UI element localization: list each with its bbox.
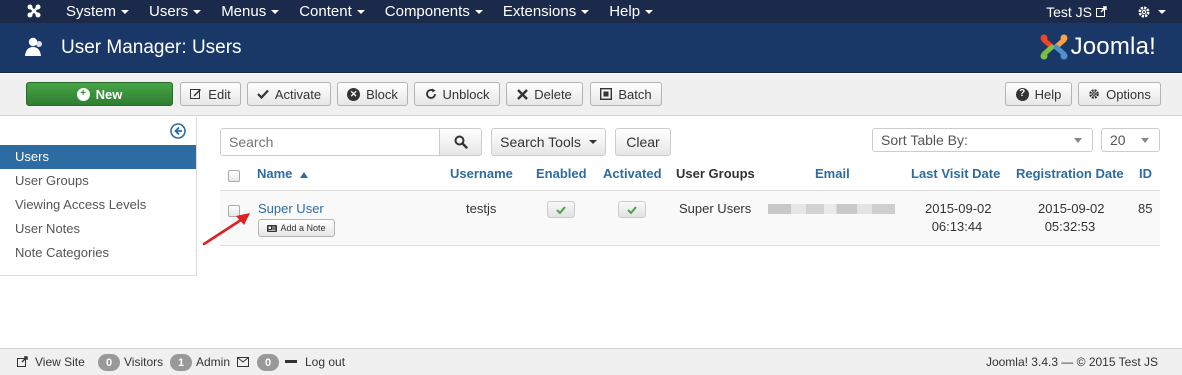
minus-icon xyxy=(285,360,297,363)
sidebar-item-note-categories[interactable]: Note Categories xyxy=(0,241,196,265)
note-icon xyxy=(267,224,278,232)
menu-extensions[interactable]: Extensions xyxy=(503,3,590,20)
select-all-checkbox[interactable] xyxy=(228,170,240,182)
page-header: User Manager: Users Joomla! xyxy=(0,23,1182,73)
user-name: Test JS xyxy=(1046,3,1092,20)
joomla-brand: Joomla! xyxy=(1039,32,1156,62)
toolbar: + New Edit Activate ✕ Block Unblock Dele… xyxy=(0,74,1182,116)
search-icon xyxy=(454,135,468,149)
email-redacted xyxy=(768,204,895,214)
username-cell: testjs xyxy=(466,201,497,216)
column-id[interactable]: ID xyxy=(1139,166,1152,181)
sidebar: Users User Groups Viewing Access Levels … xyxy=(0,117,197,276)
help-button[interactable]: ? Help xyxy=(1005,82,1072,106)
enabled-toggle[interactable] xyxy=(547,201,575,218)
logout-link[interactable]: Log out xyxy=(305,355,345,369)
search-button[interactable] xyxy=(439,128,482,156)
unblock-button[interactable]: Unblock xyxy=(414,82,500,106)
mail-icon[interactable] xyxy=(237,357,249,367)
last-visit-date-cell: 2015-09-02 06:13:44 xyxy=(925,201,992,234)
chevron-down-icon xyxy=(1074,138,1082,143)
external-link-icon xyxy=(17,356,28,367)
table-row xyxy=(220,191,1160,246)
column-last-visit-date[interactable]: Last Visit Date xyxy=(911,166,1000,181)
column-email[interactable]: Email xyxy=(815,166,850,181)
batch-icon xyxy=(600,88,613,100)
menu-users[interactable]: Users xyxy=(149,3,202,20)
navbar-right: Test JS xyxy=(1046,0,1166,23)
menu-content[interactable]: Content xyxy=(299,3,365,20)
check-icon xyxy=(627,205,637,214)
batch-button[interactable]: Batch xyxy=(590,82,662,106)
column-enabled[interactable]: Enabled xyxy=(536,166,587,181)
joomla-icon[interactable] xyxy=(26,3,42,19)
settings-menu[interactable] xyxy=(1137,5,1166,19)
menu-help[interactable]: Help xyxy=(609,3,654,20)
id-cell: 85 xyxy=(1138,201,1153,216)
delete-icon xyxy=(517,88,529,100)
sidebar-item-user-groups[interactable]: User Groups xyxy=(0,169,196,193)
page-title: User Manager: Users xyxy=(61,37,242,58)
visitors-label: Visitors xyxy=(124,355,164,369)
refresh-icon xyxy=(425,88,436,99)
menu-components[interactable]: Components xyxy=(385,3,483,20)
mail-badge: 0 xyxy=(257,354,279,371)
admin-label: Admin xyxy=(196,355,231,369)
chevron-down-icon xyxy=(1141,138,1149,143)
user-site-link[interactable]: Test JS xyxy=(1046,4,1107,20)
edit-icon xyxy=(190,89,202,99)
delete-button[interactable]: Delete xyxy=(506,82,583,106)
gear-icon xyxy=(1089,89,1099,99)
menu-menus[interactable]: Menus xyxy=(221,3,280,20)
sort-asc-icon xyxy=(300,171,309,178)
view-site-link[interactable]: View Site xyxy=(35,355,85,369)
sort-select[interactable]: Sort Table By: xyxy=(872,128,1093,152)
block-button[interactable]: ✕ Block xyxy=(337,82,408,106)
joomla-logo-icon xyxy=(1040,34,1068,60)
options-button[interactable]: Options xyxy=(1078,82,1161,106)
search-tools-button[interactable]: Search Tools xyxy=(491,128,606,156)
block-icon: ✕ xyxy=(347,87,361,101)
sidebar-item-viewing-access-levels[interactable]: Viewing Access Levels xyxy=(0,193,196,217)
plus-icon: + xyxy=(76,87,90,101)
status-footer: View Site 0 Visitors 1 Admin 0 Log out J… xyxy=(0,348,1182,375)
activate-button[interactable]: Activate xyxy=(247,82,331,106)
add-note-button[interactable]: Add a Note xyxy=(258,219,335,237)
brand-text: Joomla! xyxy=(1070,33,1156,60)
chevron-down-icon xyxy=(1158,9,1166,14)
chevron-down-icon xyxy=(588,140,597,144)
visitors-badge: 0 xyxy=(98,354,120,371)
clear-button[interactable]: Clear xyxy=(615,128,671,156)
sidebar-item-users[interactable]: Users xyxy=(0,145,196,169)
collapse-sidebar-icon[interactable] xyxy=(170,123,186,139)
activated-toggle[interactable] xyxy=(618,201,646,218)
column-registration-date[interactable]: Registration Date xyxy=(1016,166,1124,181)
annotation-arrow-icon xyxy=(202,213,250,246)
help-icon: ? xyxy=(1015,87,1029,101)
column-activated[interactable]: Activated xyxy=(603,166,662,181)
check-icon xyxy=(556,205,566,214)
column-name[interactable]: Name xyxy=(257,166,309,181)
column-username[interactable]: Username xyxy=(450,166,513,181)
main-menu: System Users Menus Content Components Ex… xyxy=(66,0,673,23)
sidebar-item-user-notes[interactable]: User Notes xyxy=(0,217,196,241)
menu-system[interactable]: System xyxy=(66,3,130,20)
new-button[interactable]: + New xyxy=(26,82,173,106)
external-link-icon xyxy=(1096,6,1107,17)
edit-button[interactable]: Edit xyxy=(180,82,241,106)
search-input[interactable] xyxy=(220,128,440,156)
check-icon xyxy=(257,89,269,99)
gear-icon xyxy=(1138,6,1150,17)
user-name-link[interactable]: Super User xyxy=(258,201,324,216)
top-navbar: System Users Menus Content Components Ex… xyxy=(0,0,1182,23)
admin-badge: 1 xyxy=(170,354,192,371)
column-user-groups: User Groups xyxy=(676,166,755,181)
registration-date-cell: 2015-09-02 05:32:53 xyxy=(1038,201,1105,234)
version-text: Joomla! 3.4.3 — © 2015 Test JS xyxy=(985,355,1158,369)
user-icon xyxy=(25,37,42,56)
limit-select[interactable]: 20 xyxy=(1101,128,1160,152)
user-groups-cell: Super Users xyxy=(679,201,752,216)
